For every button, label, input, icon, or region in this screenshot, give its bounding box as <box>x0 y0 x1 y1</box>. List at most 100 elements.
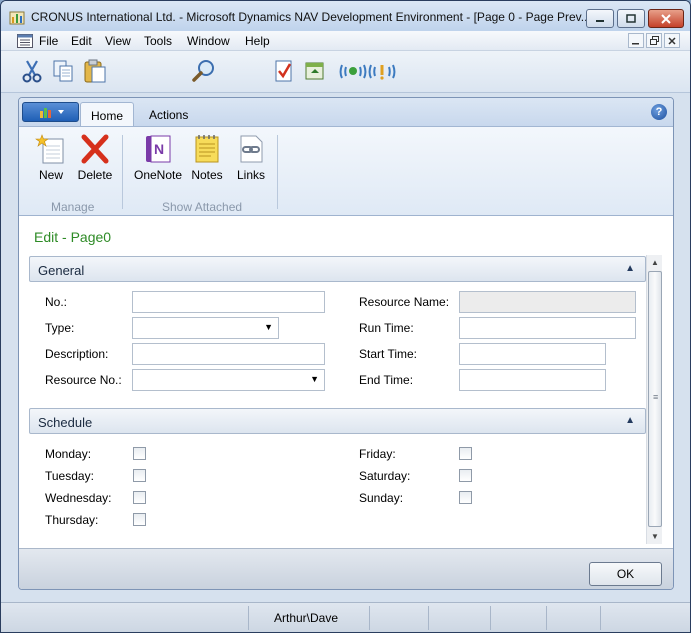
svg-text:N: N <box>154 141 164 157</box>
copy-button[interactable] <box>49 57 77 85</box>
status-user: Arthur\Dave <box>274 611 339 625</box>
tuesday-checkbox[interactable] <box>133 469 146 482</box>
help-icon[interactable]: ? <box>651 104 667 120</box>
links-button-label: Links <box>236 168 265 182</box>
friday-label: Friday: <box>359 447 396 461</box>
end-time-label: End Time: <box>359 373 414 387</box>
menu-edit[interactable]: Edit <box>71 34 92 48</box>
close-icon <box>668 36 676 45</box>
thursday-checkbox[interactable] <box>133 513 146 526</box>
description-field[interactable] <box>132 343 325 365</box>
saturday-label: Saturday: <box>359 469 411 483</box>
grip-icon: ≡ <box>653 392 659 402</box>
links-icon <box>240 135 263 163</box>
dynamics-logo-icon <box>39 108 64 118</box>
mdi-minimize-button[interactable] <box>628 33 644 48</box>
new-button[interactable]: New <box>35 133 67 182</box>
ok-button[interactable]: OK <box>589 562 662 586</box>
monday-label: Monday: <box>45 447 92 461</box>
cut-icon <box>22 60 42 83</box>
disconnect-button[interactable] <box>368 57 396 85</box>
connect-button[interactable] <box>339 57 367 85</box>
tab-home[interactable]: Home <box>80 102 135 126</box>
application-window: CRONUS International Ltd. - Microsoft Dy… <box>0 0 691 633</box>
minimize-button[interactable] <box>586 9 614 28</box>
mdi-close-button[interactable] <box>664 33 680 48</box>
design-button[interactable] <box>270 57 298 85</box>
copy-icon <box>53 60 73 82</box>
menu-tools[interactable]: Tools <box>144 34 172 48</box>
group-label-show-attached: Show Attached <box>162 200 243 214</box>
scroll-down-icon[interactable]: ▼ <box>647 529 663 544</box>
collapse-icon[interactable]: ▲ <box>625 415 635 426</box>
tuesday-label: Tuesday: <box>45 469 94 483</box>
notes-button-label: Notes <box>191 168 223 182</box>
toolbar <box>1 51 690 93</box>
description-label: Description: <box>45 347 109 361</box>
resource-no-dropdown[interactable]: ▼ <box>132 369 325 391</box>
delete-button[interactable]: Delete <box>76 133 114 182</box>
dynamics-nav-icon <box>9 11 25 25</box>
scrollbar-thumb[interactable]: ≡ <box>648 271 662 527</box>
cut-button[interactable] <box>18 57 46 85</box>
vertical-scrollbar[interactable]: ▲ ≡ ▼ <box>646 255 662 544</box>
wednesday-checkbox[interactable] <box>133 491 146 504</box>
resource-name-field <box>459 291 636 313</box>
sunday-label: Sunday: <box>359 491 404 505</box>
fasttab-schedule-header[interactable]: Schedule ▲ <box>29 408 646 434</box>
collapse-icon[interactable]: ▲ <box>625 263 635 274</box>
no-field[interactable] <box>132 291 325 313</box>
run-time-label: Run Time: <box>359 321 414 335</box>
friday-checkbox[interactable] <box>459 447 472 460</box>
start-time-field[interactable] <box>459 343 606 365</box>
connect-icon <box>339 64 367 79</box>
delete-button-label: Delete <box>77 168 113 182</box>
search-icon <box>192 60 214 82</box>
end-time-field[interactable] <box>459 369 606 391</box>
close-icon <box>661 13 671 24</box>
type-dropdown[interactable]: ▼ <box>132 317 279 339</box>
thursday-label: Thursday: <box>45 513 99 527</box>
fasttab-general-header[interactable]: General ▲ <box>29 256 646 282</box>
onenote-button[interactable]: N OneNote <box>133 133 183 182</box>
menu-view[interactable]: View <box>105 34 131 48</box>
system-menu-icon[interactable] <box>17 34 33 48</box>
page-title: Edit - Page0 <box>34 229 112 245</box>
group-separator <box>122 135 123 209</box>
menu-window[interactable]: Window <box>187 34 230 48</box>
notes-button[interactable]: Notes <box>190 133 224 182</box>
application-menu-button[interactable] <box>22 102 79 122</box>
title-bar: CRONUS International Ltd. - Microsoft Dy… <box>1 1 690 31</box>
find-button[interactable] <box>190 57 218 85</box>
chevron-down-icon[interactable]: ▼ <box>310 374 319 384</box>
paste-button[interactable] <box>81 57 109 85</box>
start-time-label: Start Time: <box>359 347 418 361</box>
ribbon: New Delete Manage N OneNote Notes Links … <box>19 126 673 216</box>
resource-no-label: Resource No.: <box>45 373 122 387</box>
monday-checkbox[interactable] <box>133 447 146 460</box>
run-button[interactable] <box>301 57 329 85</box>
no-label: No.: <box>45 295 68 309</box>
maximize-button[interactable] <box>617 9 645 28</box>
new-icon <box>35 134 64 164</box>
ribbon-tab-bar: Home Actions ? <box>19 98 673 126</box>
status-separator <box>369 606 370 630</box>
scroll-up-icon[interactable]: ▲ <box>647 255 663 270</box>
page-footer: OK <box>19 548 673 589</box>
notes-icon <box>195 135 219 163</box>
sunday-checkbox[interactable] <box>459 491 472 504</box>
mdi-restore-button[interactable] <box>646 33 662 48</box>
close-window-button[interactable] <box>648 9 684 28</box>
links-button[interactable]: Links <box>234 133 268 182</box>
disconnect-icon <box>368 64 396 80</box>
saturday-checkbox[interactable] <box>459 469 472 482</box>
status-separator <box>248 606 249 630</box>
run-time-field[interactable] <box>459 317 636 339</box>
chevron-down-icon[interactable]: ▼ <box>264 322 273 332</box>
onenote-button-label: OneNote <box>133 168 183 182</box>
maximize-icon <box>626 14 636 23</box>
tab-actions[interactable]: Actions <box>139 102 198 126</box>
status-separator <box>600 606 601 630</box>
menu-file[interactable]: File <box>39 34 58 48</box>
menu-help[interactable]: Help <box>245 34 270 48</box>
